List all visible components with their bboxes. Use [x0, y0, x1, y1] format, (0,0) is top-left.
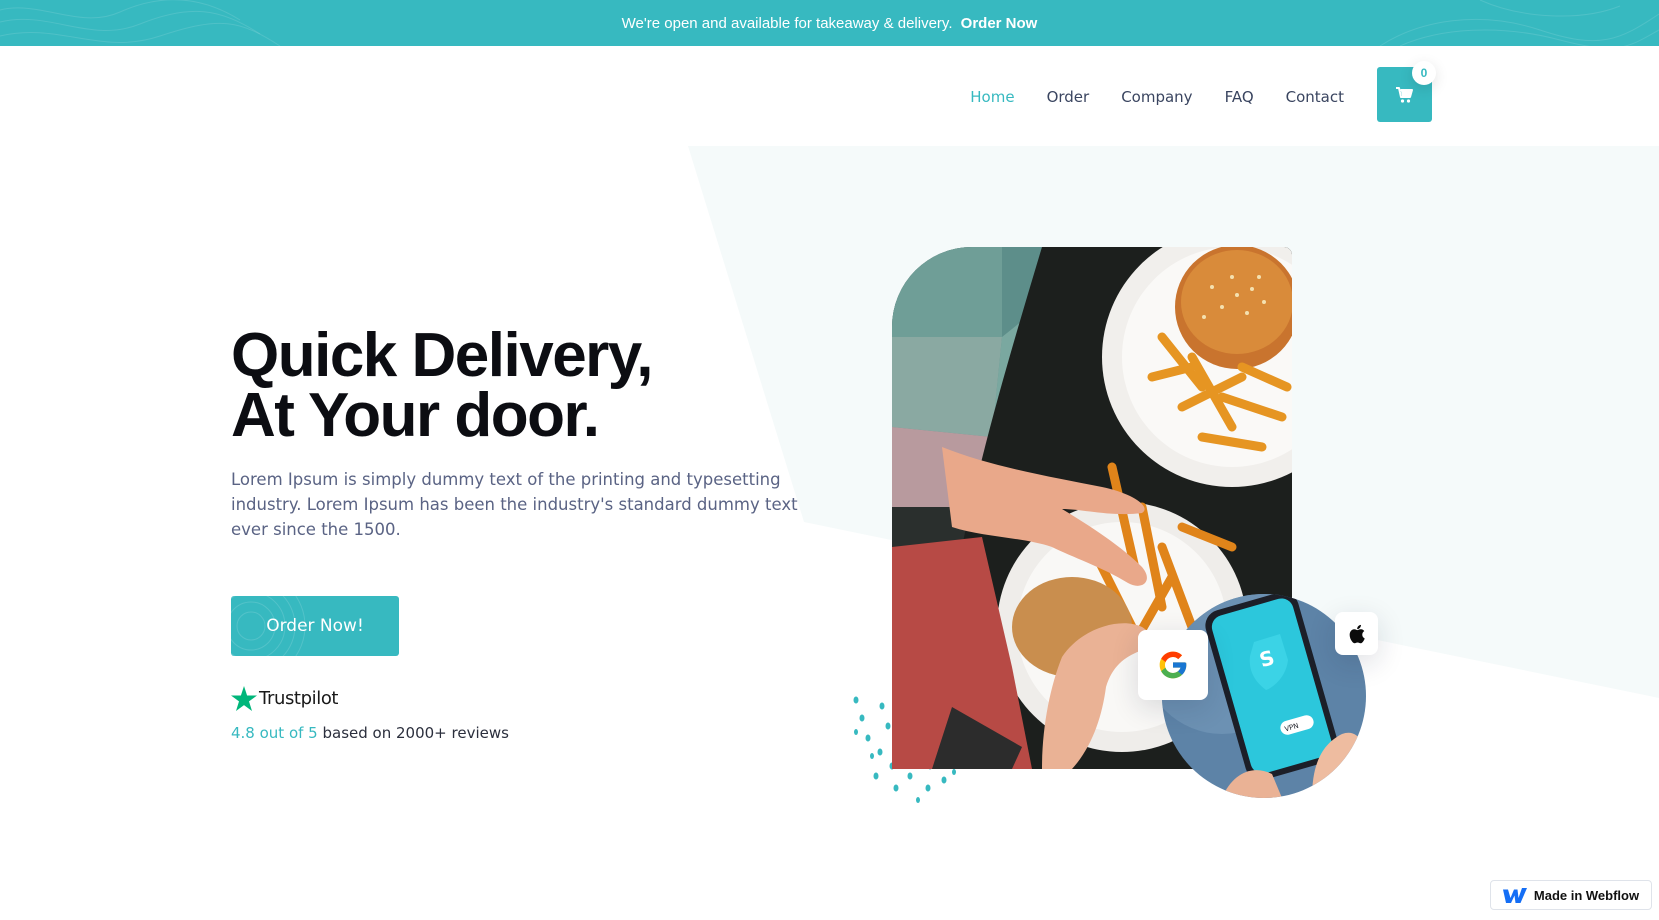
- nav-item-order[interactable]: Order: [1047, 88, 1090, 106]
- rating-suffix: based on 2000+ reviews: [317, 724, 509, 742]
- cart-button[interactable]: 0: [1377, 61, 1436, 122]
- webflow-badge-label: Made in Webflow: [1533, 887, 1640, 903]
- order-now-link[interactable]: Order Now: [961, 15, 1038, 32]
- apple-icon: [1349, 624, 1365, 643]
- hero-description: Lorem Ipsum is simply dummy text of the …: [231, 470, 798, 539]
- rating-text: 4.8 out of 5 based on 2000+ reviews: [231, 724, 509, 742]
- hero-title-line-2: At Your door.: [231, 381, 600, 450]
- order-now-button[interactable]: Order Now!: [231, 596, 399, 656]
- nav-item-company[interactable]: Company: [1121, 88, 1192, 106]
- announcement-message: We're open and available for takeaway & …: [621, 14, 953, 32]
- trustpilot-brand: Trustpilot: [259, 688, 339, 709]
- google-play-badge[interactable]: [1138, 630, 1208, 700]
- made-in-webflow-badge[interactable]: Made in Webflow: [1490, 880, 1652, 910]
- announcement-bar: We're open and available for takeaway & …: [0, 0, 1659, 46]
- nav-links: Home Order Company FAQ Contact: [938, 88, 1344, 106]
- announcement-text: We're open and available for takeaway & …: [622, 15, 1038, 32]
- app-store-badge[interactable]: [1335, 612, 1378, 655]
- rating-score: 4.8 out of 5: [231, 724, 318, 742]
- order-now-label: Order Now!: [266, 616, 364, 636]
- cart-icon: [1395, 86, 1413, 103]
- nav-item-faq[interactable]: FAQ: [1225, 88, 1254, 106]
- hero-title-line-1: Quick Delivery,: [231, 321, 653, 390]
- nav-item-contact[interactable]: Contact: [1286, 88, 1344, 106]
- webflow-logo-icon: [1502, 887, 1527, 903]
- trustpilot-star-icon: [231, 686, 257, 711]
- google-icon: [1159, 651, 1187, 679]
- hero-title: Quick Delivery, At Your door.: [231, 321, 791, 450]
- nav-item-home[interactable]: Home: [970, 88, 1014, 106]
- cart-count-badge: 0: [1412, 61, 1436, 85]
- trustpilot-logo[interactable]: Trustpilot: [231, 686, 338, 711]
